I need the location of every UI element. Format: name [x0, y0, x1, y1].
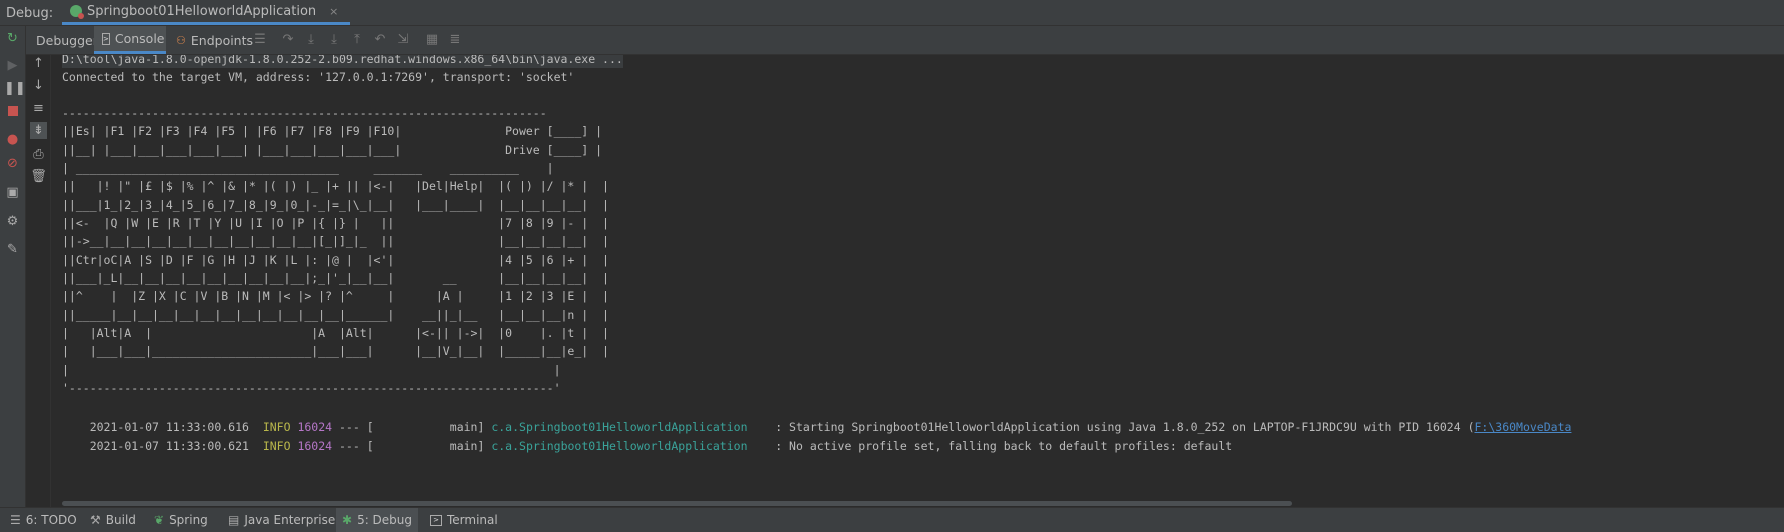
stop-icon[interactable]	[4, 103, 21, 120]
tab-console-label: Console	[114, 31, 165, 46]
log-thread: main]	[373, 439, 492, 453]
bottom-tab-java-enterprise[interactable]: ▤ Java Enterprise	[222, 508, 341, 532]
tab-endpoints-label: Endpoints	[190, 32, 254, 48]
ascii-line: ||->__|__|__|__|__|__|__|__|__|__|__|[_|…	[62, 234, 609, 248]
mute-breakpoints-icon[interactable]: ⊘	[4, 155, 21, 172]
scrollbar-thumb[interactable]	[62, 501, 1292, 506]
log-separator: --- [	[332, 439, 374, 453]
tab-console[interactable]: > Console	[94, 26, 166, 54]
log-line: 2021-01-07 11:33:00.621 INFO 16024 --- […	[62, 419, 1232, 473]
tab-debugger-label: Debugger	[36, 32, 98, 48]
ascii-line: '---------------------------------------…	[62, 381, 561, 395]
java-enterprise-icon: ▤	[228, 513, 240, 527]
connected-line: Connected to the target VM, address: '12…	[62, 70, 575, 84]
ascii-line: ||__| |___|___|___|___|___| |___|___|___…	[62, 143, 603, 157]
pause-icon[interactable]: ❚❚	[4, 80, 26, 97]
arrow-down-icon[interactable]: ↓	[30, 77, 47, 94]
horizontal-scrollbar[interactable]	[62, 500, 1784, 507]
log-path-link[interactable]: F:\360MoveData	[1475, 420, 1572, 434]
ascii-line: ||Es| |F1 |F2 |F3 |F4 |F5 | |F6 |F7 |F8 …	[62, 124, 603, 138]
run-config-tab[interactable]: Springboot01HelloworldApplication ×	[62, 0, 351, 25]
rerun-icon[interactable]: ↻	[4, 30, 21, 47]
settings-icon[interactable]: ⚙	[4, 213, 21, 230]
ascii-line: | |	[62, 363, 561, 377]
bottom-tab-label: 6: TODO	[25, 513, 77, 527]
step-into-icon[interactable]: ⤓	[303, 32, 319, 48]
step-out-icon[interactable]: ⤒	[349, 32, 365, 48]
debug-tab-row: Debugger > Console ⚇ Endpoints ☰ ↷ ⤓ ⤓ ⤒…	[26, 26, 1784, 55]
bottom-tab-spring[interactable]: ❦ Spring	[148, 508, 214, 532]
soft-wrap-icon[interactable]: ≡	[30, 100, 47, 117]
step-over-icon[interactable]: ↷	[280, 32, 296, 48]
console-toolbar: ↑ ↓ ≡ ⇟ ⎙ 🗑	[26, 55, 51, 507]
drop-frame-icon[interactable]: ↶	[372, 32, 388, 48]
bottom-tab-label: 5: Debug	[357, 513, 413, 527]
ascii-line: ----------------------------------------…	[62, 106, 547, 120]
command-line: D:\tool\java-1.8.0-openjdk-1.8.0.252-2.b…	[62, 55, 623, 68]
debug-title-bar: Debug: Springboot01HelloworldApplication…	[0, 0, 1784, 26]
bottom-tab-debug[interactable]: ✱ 5: Debug	[336, 508, 419, 532]
ascii-line: ||<- |Q |W |E |R |T |Y |U |I |O |P |{ |}…	[62, 216, 609, 230]
ascii-line: ||Ctr|oC|A |S |D |F |G |H |J |K |L |: |@…	[62, 253, 609, 267]
ascii-line: || |! |" |£ |$ |% |^ |& |* |( |) |_ |+ |…	[62, 179, 609, 193]
pin-icon[interactable]: ✎	[4, 241, 21, 258]
hammer-icon: ⚒	[90, 513, 101, 527]
resume-icon[interactable]: ▶	[4, 57, 21, 74]
console-output[interactable]: D:\tool\java-1.8.0-openjdk-1.8.0.252-2.b…	[62, 55, 1784, 507]
debug-bug-icon: ✱	[342, 513, 353, 527]
tab-debugger[interactable]: Debugger	[28, 26, 98, 54]
close-icon[interactable]: ×	[329, 5, 338, 18]
trash-icon[interactable]: 🗑	[30, 168, 47, 185]
bottom-tab-todo[interactable]: ☰ 6: TODO	[4, 508, 83, 532]
ascii-line: ||___|1_|2_|3_|4_|5_|6_|7_|8_|9_|0_|-_|=…	[62, 198, 609, 212]
ascii-line: ||_____|__|__|__|__|__|__|__|__|__|__|__…	[62, 308, 609, 322]
force-step-into-icon[interactable]: ⤓	[326, 32, 342, 48]
log-message: : No active profile set, falling back to…	[747, 439, 1233, 453]
scroll-to-end-icon[interactable]: ⇟	[30, 122, 47, 139]
todo-icon: ☰	[10, 513, 21, 527]
spring-bug-icon	[70, 5, 84, 19]
layout-icon[interactable]: ☰	[252, 32, 268, 48]
debug-label: Debug:	[6, 6, 54, 21]
ascii-line: | |___|___|_______________________|___|_…	[62, 344, 609, 358]
view-breakpoints-icon[interactable]: ●	[4, 131, 21, 148]
print-icon[interactable]: ⎙	[30, 146, 47, 163]
ascii-line: | ______________________________________…	[62, 161, 554, 175]
trace-icon[interactable]: ≣	[447, 32, 463, 48]
log-level: INFO	[262, 439, 291, 453]
camera-icon[interactable]: ▣	[4, 184, 21, 201]
bottom-tab-label: Spring	[169, 513, 208, 527]
evaluate-expression-icon[interactable]: ▦	[424, 32, 440, 48]
run-to-cursor-icon[interactable]: ⇲	[395, 32, 411, 48]
debug-left-toolbar: ↻ ▶ ❚❚ ● ⊘ ▣ ⚙ ✎	[0, 26, 26, 507]
console-icon: >	[102, 32, 110, 45]
bottom-tab-terminal[interactable]: > Terminal	[424, 508, 504, 532]
log-logger: c.a.Springboot01HelloworldApplication	[491, 439, 748, 453]
log-timestamp: 2021-01-07 11:33:00.621	[89, 439, 249, 453]
ascii-line: ||___|_L|__|__|__|__|__|__|__|__|__|;_|'…	[62, 271, 609, 285]
log-pid: 16024	[297, 439, 333, 453]
bottom-tab-label: Build	[105, 513, 136, 527]
bottom-tab-build[interactable]: ⚒ Build	[84, 508, 142, 532]
spring-leaf-icon: ❦	[154, 513, 165, 527]
run-config-tab-label: Springboot01HelloworldApplication	[87, 3, 317, 19]
ascii-line: | |Alt|A | |A |Alt| |<-|| |->| |0 |. |t …	[62, 326, 609, 340]
bottom-tab-label: Java Enterprise	[244, 513, 336, 527]
arrow-up-icon[interactable]: ↑	[30, 55, 47, 72]
bottom-tool-bar: ☰ 6: TODO ⚒ Build ❦ Spring ▤ Java Enterp…	[0, 507, 1784, 532]
bottom-tab-label: Terminal	[447, 513, 498, 527]
endpoints-icon: ⚇	[176, 33, 186, 47]
terminal-icon: >	[430, 514, 442, 526]
ascii-line: ||^ | |Z |X |C |V |B |N |M |< |> |? |^ |…	[62, 289, 609, 303]
tab-endpoints[interactable]: ⚇ Endpoints	[168, 26, 253, 54]
